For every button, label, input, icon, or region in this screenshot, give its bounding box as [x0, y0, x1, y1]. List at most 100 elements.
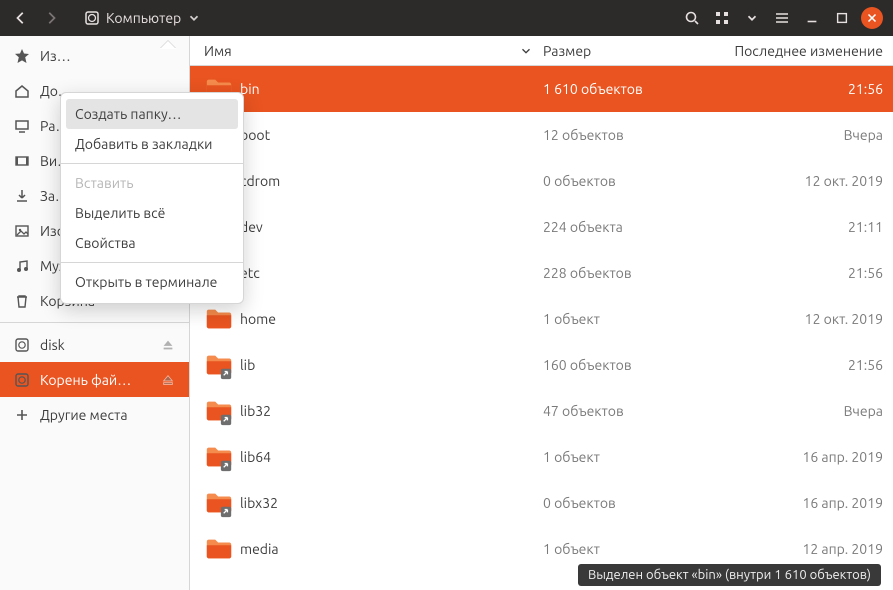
- file-row[interactable]: libx320 объектов16 апр. 2019: [190, 480, 893, 526]
- column-name[interactable]: Имя: [190, 43, 543, 59]
- columns-header: Имя Размер Последнее изменение: [190, 36, 893, 66]
- view-grid-button[interactable]: [708, 4, 736, 32]
- chevron-down-icon: [745, 11, 759, 25]
- eject-icon[interactable]: [161, 338, 175, 352]
- folder-icon: [200, 304, 240, 334]
- disk-icon: [14, 337, 30, 353]
- column-size-label: Размер: [543, 43, 591, 59]
- file-row[interactable]: bin1 610 объектов21:56: [190, 66, 893, 112]
- file-name: cdrom: [240, 173, 543, 189]
- column-name-label: Имя: [204, 43, 232, 59]
- sidebar-item-plus-10[interactable]: Другие места: [0, 397, 189, 432]
- file-row[interactable]: home1 объект12 окт. 2019: [190, 296, 893, 342]
- column-size[interactable]: Размер: [543, 43, 713, 59]
- file-row[interactable]: lib641 объект16 апр. 2019: [190, 434, 893, 480]
- chevron-left-icon: [14, 11, 28, 25]
- search-button[interactable]: [678, 4, 706, 32]
- column-modified-label: Последнее изменение: [734, 43, 883, 59]
- file-row[interactable]: etc228 объектов21:56: [190, 250, 893, 296]
- image-icon: [14, 223, 30, 239]
- file-modified: 21:56: [713, 81, 883, 97]
- maximize-button[interactable]: [828, 4, 856, 32]
- menu-item[interactable]: Открыть в терминале: [61, 267, 243, 297]
- minimize-button[interactable]: [798, 4, 826, 32]
- file-size: 224 объекта: [543, 219, 713, 235]
- file-name: dev: [240, 219, 543, 235]
- sidebar-item-disk-9[interactable]: Корень фай…: [0, 362, 189, 397]
- file-name: lib32: [240, 403, 543, 419]
- file-name: media: [240, 541, 543, 557]
- menu-item[interactable]: Свойства: [61, 228, 243, 258]
- menu-item: Вставить: [61, 168, 243, 198]
- column-modified[interactable]: Последнее изменение: [713, 43, 883, 59]
- file-size: 47 объектов: [543, 403, 713, 419]
- sidebar-divider: [0, 322, 189, 323]
- file-modified: 12 окт. 2019: [713, 173, 883, 189]
- titlebar: Компьютер: [0, 0, 893, 36]
- file-modified: 16 апр. 2019: [713, 449, 883, 465]
- file-modified: 21:56: [713, 265, 883, 281]
- file-size: 0 объектов: [543, 495, 713, 511]
- minimize-icon: [805, 11, 819, 25]
- dropdown-icon: [187, 11, 201, 25]
- disk-icon: [84, 10, 100, 26]
- sidebar-item-label: disk: [40, 337, 151, 353]
- file-name: etc: [240, 265, 543, 281]
- grid-icon: [714, 10, 730, 26]
- file-name: home: [240, 311, 543, 327]
- file-modified: 21:56: [713, 357, 883, 373]
- home-icon: [14, 83, 30, 99]
- status-text: Выделен объект «bin» (внутри 1 610 объек…: [588, 568, 871, 582]
- file-row[interactable]: lib3247 объектовВчера: [190, 388, 893, 434]
- forward-button[interactable]: [37, 4, 65, 32]
- music-icon: [14, 258, 30, 274]
- sidebar-item-label: Из…: [40, 48, 175, 64]
- file-row[interactable]: dev224 объекта21:11: [190, 204, 893, 250]
- location-chip[interactable]: Компьютер: [74, 6, 211, 30]
- menu-item[interactable]: Выделить всё: [61, 198, 243, 228]
- close-icon: [865, 11, 879, 25]
- folder-icon: [200, 534, 240, 564]
- file-modified: Вчера: [713, 127, 883, 143]
- file-name: boot: [240, 127, 543, 143]
- eject-icon[interactable]: [161, 373, 175, 387]
- location-label: Компьютер: [106, 10, 181, 26]
- status-bar: Выделен объект «bin» (внутри 1 610 объек…: [578, 564, 881, 586]
- file-modified: 21:11: [713, 219, 883, 235]
- back-button[interactable]: [7, 4, 35, 32]
- maximize-icon: [835, 11, 849, 25]
- file-size: 0 объектов: [543, 173, 713, 189]
- sidebar-item-label: Другие места: [40, 407, 175, 423]
- trash-icon: [14, 293, 30, 309]
- desktop-icon: [14, 118, 30, 134]
- file-size: 1 объект: [543, 311, 713, 327]
- download-icon: [14, 188, 30, 204]
- file-size: 1 объект: [543, 449, 713, 465]
- video-icon: [14, 153, 30, 169]
- file-modified: 12 апр. 2019: [713, 541, 883, 557]
- search-icon: [684, 10, 700, 26]
- sidebar-item-disk-8[interactable]: disk: [0, 327, 189, 362]
- menu-separator: [61, 163, 243, 164]
- context-menu: Создать папку…Добавить в закладки Вставит…: [60, 92, 244, 304]
- menu-separator: [61, 262, 243, 263]
- file-row[interactable]: lib160 объектов21:56: [190, 342, 893, 388]
- close-button[interactable]: [861, 7, 883, 29]
- file-size: 160 объектов: [543, 357, 713, 373]
- file-name: bin: [240, 81, 543, 97]
- sidebar-item-label: Корень фай…: [40, 372, 151, 388]
- file-name: libx32: [240, 495, 543, 511]
- file-row[interactable]: boot12 объектовВчера: [190, 112, 893, 158]
- file-row[interactable]: cdrom0 объектов12 окт. 2019: [190, 158, 893, 204]
- view-dropdown-button[interactable]: [738, 4, 766, 32]
- file-size: 1 объект: [543, 541, 713, 557]
- file-name: lib64: [240, 449, 543, 465]
- file-size: 228 объектов: [543, 265, 713, 281]
- menu-item[interactable]: Создать папку…: [66, 99, 238, 129]
- file-list[interactable]: bin1 610 объектов21:56boot12 объектовВче…: [190, 66, 893, 590]
- popover-arrow: [160, 41, 176, 49]
- file-modified: 12 окт. 2019: [713, 311, 883, 327]
- star-icon: [14, 48, 30, 64]
- hamburger-button[interactable]: [768, 4, 796, 32]
- menu-item[interactable]: Добавить в закладки: [61, 129, 243, 159]
